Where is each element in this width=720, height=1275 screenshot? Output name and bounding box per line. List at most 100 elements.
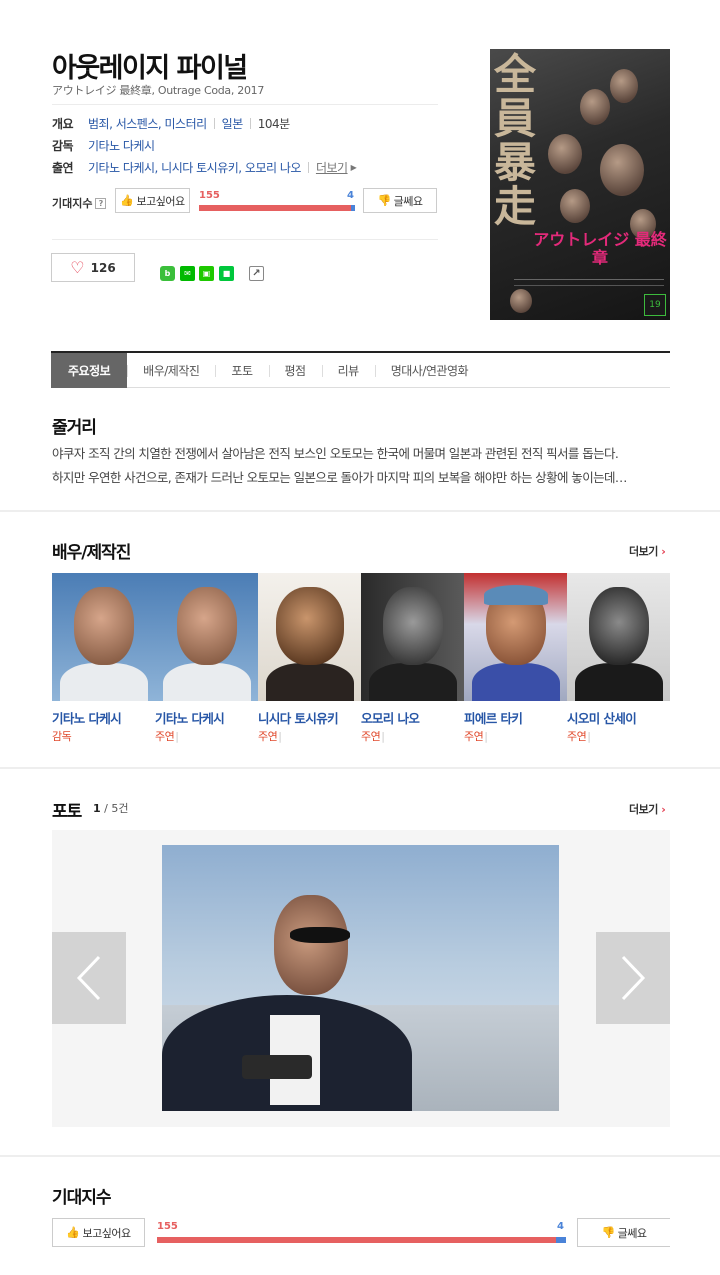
- chevron-right-icon: ▶: [350, 163, 357, 172]
- synopsis-line-1: 야쿠자 조직 간의 치열한 전쟁에서 살아남은 전직 보스인 오토모는 한국에 …: [52, 446, 619, 461]
- cast-more-link[interactable]: 더보기: [316, 159, 348, 176]
- meh-button[interactable]: 👎 글쎄요: [363, 188, 437, 213]
- share-icon[interactable]: ↗: [249, 266, 264, 281]
- meh-count: 4: [557, 1221, 564, 1232]
- expect-label-wrap: 기대지수 ?: [52, 195, 107, 211]
- chevron-right-icon: [621, 955, 646, 1001]
- chevron-left-icon: [76, 955, 101, 1001]
- meh-label: 글쎄요: [617, 1226, 647, 1240]
- movie-poster[interactable]: 全員暴走 アウトレイジ 最終章 19: [490, 49, 670, 320]
- line-icon[interactable]: ✉: [180, 266, 195, 281]
- cast-photo[interactable]: [567, 573, 670, 701]
- expect-bar-fill: [199, 205, 352, 211]
- movie-subtitle: アウトレイジ 最終章, Outrage Coda, 2017: [52, 84, 265, 97]
- expect-label: 기대지수: [52, 197, 93, 210]
- help-icon[interactable]: ?: [95, 197, 107, 209]
- chevron-right-icon: ›: [661, 803, 666, 816]
- heart-icon: ♡: [70, 258, 85, 277]
- synopsis-line-2: 하지만 우연한 사건으로, 존재가 드러난 오토모는 일본으로 돌아가 마지막 …: [52, 470, 627, 485]
- thumb-up-icon: 👍: [66, 1226, 80, 1239]
- tab-quotes[interactable]: 명대사/연관영화: [374, 353, 484, 388]
- cast-role: 감독: [52, 730, 72, 743]
- photo-prev-button[interactable]: [52, 932, 126, 1024]
- band-icon[interactable]: b: [160, 266, 175, 281]
- expect-heading: 기대지수: [52, 1188, 112, 1208]
- thumb-down-icon: 👎: [377, 194, 391, 207]
- cast-name[interactable]: 시오미 산세이: [567, 708, 637, 727]
- cast-label: 출연: [52, 161, 74, 175]
- runtime: 104분: [257, 117, 290, 131]
- movie-title: 아웃레이지 파이널: [52, 53, 248, 84]
- thumb-up-icon: 👍: [120, 194, 134, 207]
- tab-cast[interactable]: 배우/제작진: [127, 353, 215, 388]
- want-label: 보고싶어요: [82, 1226, 132, 1240]
- want-count: 155: [199, 190, 220, 201]
- cast-name[interactable]: 기타노 다케시: [155, 708, 225, 727]
- divider: [52, 239, 438, 240]
- director-row: 감독 기타노 다케시: [52, 137, 155, 154]
- cast-role: 주연|: [464, 730, 488, 743]
- like-count: 126: [90, 260, 116, 275]
- cast-role: 주연|: [155, 730, 179, 743]
- expect-bar: [199, 205, 355, 211]
- want-label: 보고싶어요: [136, 194, 186, 208]
- cast-name[interactable]: 피에르 타키: [464, 708, 523, 727]
- cast-name[interactable]: 기타노 다케시: [52, 708, 122, 727]
- chevron-right-icon: ›: [661, 545, 666, 558]
- want-button[interactable]: 👍 보고싶어요: [52, 1218, 145, 1247]
- overview-label: 개요: [52, 117, 74, 131]
- cast-role: 주연|: [567, 730, 591, 743]
- tab-main-info[interactable]: 주요정보: [51, 353, 128, 388]
- photo-main-image[interactable]: [162, 845, 559, 1111]
- cast-photo[interactable]: [361, 573, 464, 701]
- director-label: 감독: [52, 139, 74, 153]
- cast-photo[interactable]: [155, 573, 258, 701]
- age-rating-badge: 19: [644, 294, 666, 316]
- cast-card[interactable]: 기타노 다케시 주연|: [155, 573, 258, 743]
- tab-photo[interactable]: 포토: [215, 353, 268, 388]
- meh-count: 4: [347, 190, 354, 201]
- photo-count: 1 / 5건: [93, 802, 129, 815]
- photo-more-link[interactable]: 더보기 ›: [629, 801, 666, 817]
- cast-card[interactable]: 니시다 토시유키 주연|: [258, 573, 361, 743]
- cast-card[interactable]: 기타노 다케시 감독: [52, 573, 155, 743]
- section-divider: [0, 1155, 720, 1157]
- cast-role: 주연|: [258, 730, 282, 743]
- poster-title: アウトレイジ 最終章: [533, 230, 667, 267]
- genre-links[interactable]: 범죄, 서스펜스, 미스터리: [88, 115, 207, 132]
- cast-name[interactable]: 니시다 토시유키: [258, 708, 339, 727]
- meh-label: 글쎄요: [393, 194, 423, 208]
- photo-heading: 포토: [52, 802, 82, 822]
- like-button[interactable]: ♡ 126: [51, 253, 135, 282]
- photo-next-button[interactable]: [596, 932, 670, 1024]
- expect-bar-fill: [157, 1237, 556, 1243]
- tab-bar: 주요정보 배우/제작진 포토 평점 리뷰 명대사/연관영화: [51, 351, 670, 388]
- tab-review[interactable]: 리뷰: [321, 353, 375, 388]
- divider: [52, 104, 438, 105]
- section-divider: [0, 510, 720, 512]
- tab-rating[interactable]: 평점: [268, 353, 322, 388]
- cast-photo[interactable]: [52, 573, 155, 701]
- cast-row: 출연 기타노 다케시, 니시다 토시유키, 오모리 나오 더보기 ▶: [52, 159, 357, 176]
- cast-card[interactable]: 시오미 산세이 주연|: [567, 573, 670, 743]
- cast-card[interactable]: 오모리 나오 주연|: [361, 573, 464, 743]
- cast-more-link[interactable]: 더보기 ›: [629, 543, 666, 559]
- cast-card[interactable]: 피에르 타키 주연|: [464, 573, 567, 743]
- cast-photo[interactable]: [258, 573, 361, 701]
- cast-list: 기타노 다케시 감독 기타노 다케시 주연| 니시다 토시유키 주연| 오모리 …: [52, 573, 670, 743]
- cast-links[interactable]: 기타노 다케시, 니시다 토시유키, 오모리 나오: [88, 159, 301, 176]
- expect-bar: [157, 1237, 566, 1243]
- country-link[interactable]: 일본: [222, 115, 244, 132]
- director-link[interactable]: 기타노 다케시: [88, 137, 155, 154]
- memo-icon[interactable]: ■: [219, 266, 234, 281]
- cast-photo[interactable]: [464, 573, 567, 701]
- meh-button[interactable]: 👎 글쎄요: [577, 1218, 670, 1247]
- want-button[interactable]: 👍 보고싶어요: [115, 188, 190, 213]
- bookmark-icon[interactable]: ▣: [199, 266, 214, 281]
- section-divider: [0, 767, 720, 769]
- cast-name[interactable]: 오모리 나오: [361, 708, 420, 727]
- want-count: 155: [157, 1221, 178, 1232]
- overview-row: 개요 범죄, 서스펜스, 미스터리 일본 104분: [52, 115, 290, 132]
- synopsis-heading: 줄거리: [52, 418, 97, 438]
- poster-kanji: 全員暴走: [494, 50, 537, 231]
